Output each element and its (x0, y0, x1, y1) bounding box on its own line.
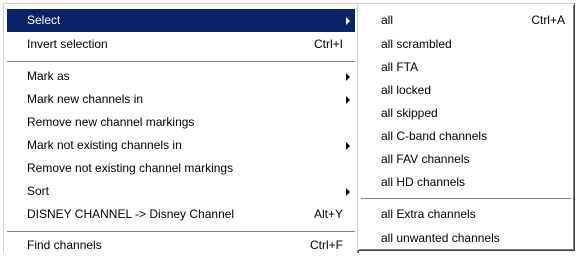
submenu-item-all-fta[interactable]: all FTA (361, 56, 571, 79)
submenu-arrow-icon (346, 96, 350, 104)
menu-item-select[interactable]: Select (7, 9, 355, 32)
submenu-arrow-icon (346, 73, 350, 81)
submenu-item-all-skipped[interactable]: all skipped (361, 102, 571, 125)
context-menu: Select Invert selection Ctrl+I Mark as M… (3, 3, 359, 253)
menu-item-label: Remove new channel markings (27, 115, 195, 129)
menu-item-label: all scrambled (381, 37, 452, 51)
menu-item-label: all HD channels (381, 175, 466, 189)
menu-item-mark-new-channels-in[interactable]: Mark new channels in (7, 88, 355, 111)
submenu-arrow-icon (346, 17, 350, 25)
menu-item-shortcut: Ctrl+F (310, 238, 343, 252)
menu-item-label: Sort (27, 184, 50, 198)
submenu-item-all-unwanted-channels[interactable]: all unwanted channels (361, 227, 571, 250)
menu-item-label: Remove not existing channel markings (27, 161, 234, 175)
submenu-arrow-icon (346, 142, 350, 150)
menu-item-label: all Extra channels (381, 207, 476, 221)
menu-item-invert-selection[interactable]: Invert selection Ctrl+I (7, 33, 355, 56)
submenu-item-all-extra-channels[interactable]: all Extra channels (361, 203, 571, 226)
menu-item-shortcut: Ctrl+A (531, 13, 565, 27)
menu-item-label: Mark as (27, 69, 70, 83)
menu-item-label: all (381, 13, 394, 27)
menu-item-mark-not-existing-channels-in[interactable]: Mark not existing channels in (7, 134, 355, 157)
menu-item-remove-not-existing-channel-markings[interactable]: Remove not existing channel markings (7, 157, 355, 180)
menu-item-label: all locked (381, 83, 432, 97)
menu-item-label: DISNEY CHANNEL -> Disney Channel (27, 207, 235, 221)
menu-item-shortcut: Alt+Y (313, 207, 343, 221)
select-submenu: all Ctrl+A all scrambled all FTA all loc… (357, 3, 575, 251)
menu-item-label: all FAV channels (381, 152, 470, 166)
submenu-item-all-locked[interactable]: all locked (361, 79, 571, 102)
menu-item-find-channels[interactable]: Find channels Ctrl+F (7, 234, 355, 257)
menu-item-label: all skipped (381, 106, 438, 120)
menu-item-remove-new-channel-markings[interactable]: Remove new channel markings (7, 111, 355, 134)
submenu-item-all-scrambled[interactable]: all scrambled (361, 33, 571, 56)
menu-item-label: all FTA (381, 60, 419, 74)
menu-item-sort[interactable]: Sort (7, 180, 355, 203)
menu-item-label: Invert selection (27, 37, 108, 51)
menu-item-rename-disney-channel[interactable]: DISNEY CHANNEL -> Disney Channel Alt+Y (7, 203, 355, 226)
menu-separator (7, 61, 355, 63)
submenu-arrow-icon (346, 188, 350, 196)
submenu-item-all-hd-channels[interactable]: all HD channels (361, 171, 571, 194)
menu-item-label: all C-band channels (381, 129, 488, 143)
submenu-item-all-fav-channels[interactable]: all FAV channels (361, 148, 571, 171)
menu-separator (7, 231, 355, 233)
menu-item-label: Mark not existing channels in (27, 138, 182, 152)
menu-separator (361, 198, 571, 200)
menu-item-label: all unwanted channels (381, 231, 500, 245)
menu-item-label: Select (27, 13, 61, 27)
submenu-item-all-c-band-channels[interactable]: all C-band channels (361, 125, 571, 148)
submenu-item-all[interactable]: all Ctrl+A (361, 9, 571, 32)
menu-item-mark-as[interactable]: Mark as (7, 65, 355, 88)
menu-item-label: Mark new channels in (27, 92, 144, 106)
menu-item-label: Find channels (27, 238, 102, 252)
menu-item-shortcut: Ctrl+I (313, 37, 343, 51)
